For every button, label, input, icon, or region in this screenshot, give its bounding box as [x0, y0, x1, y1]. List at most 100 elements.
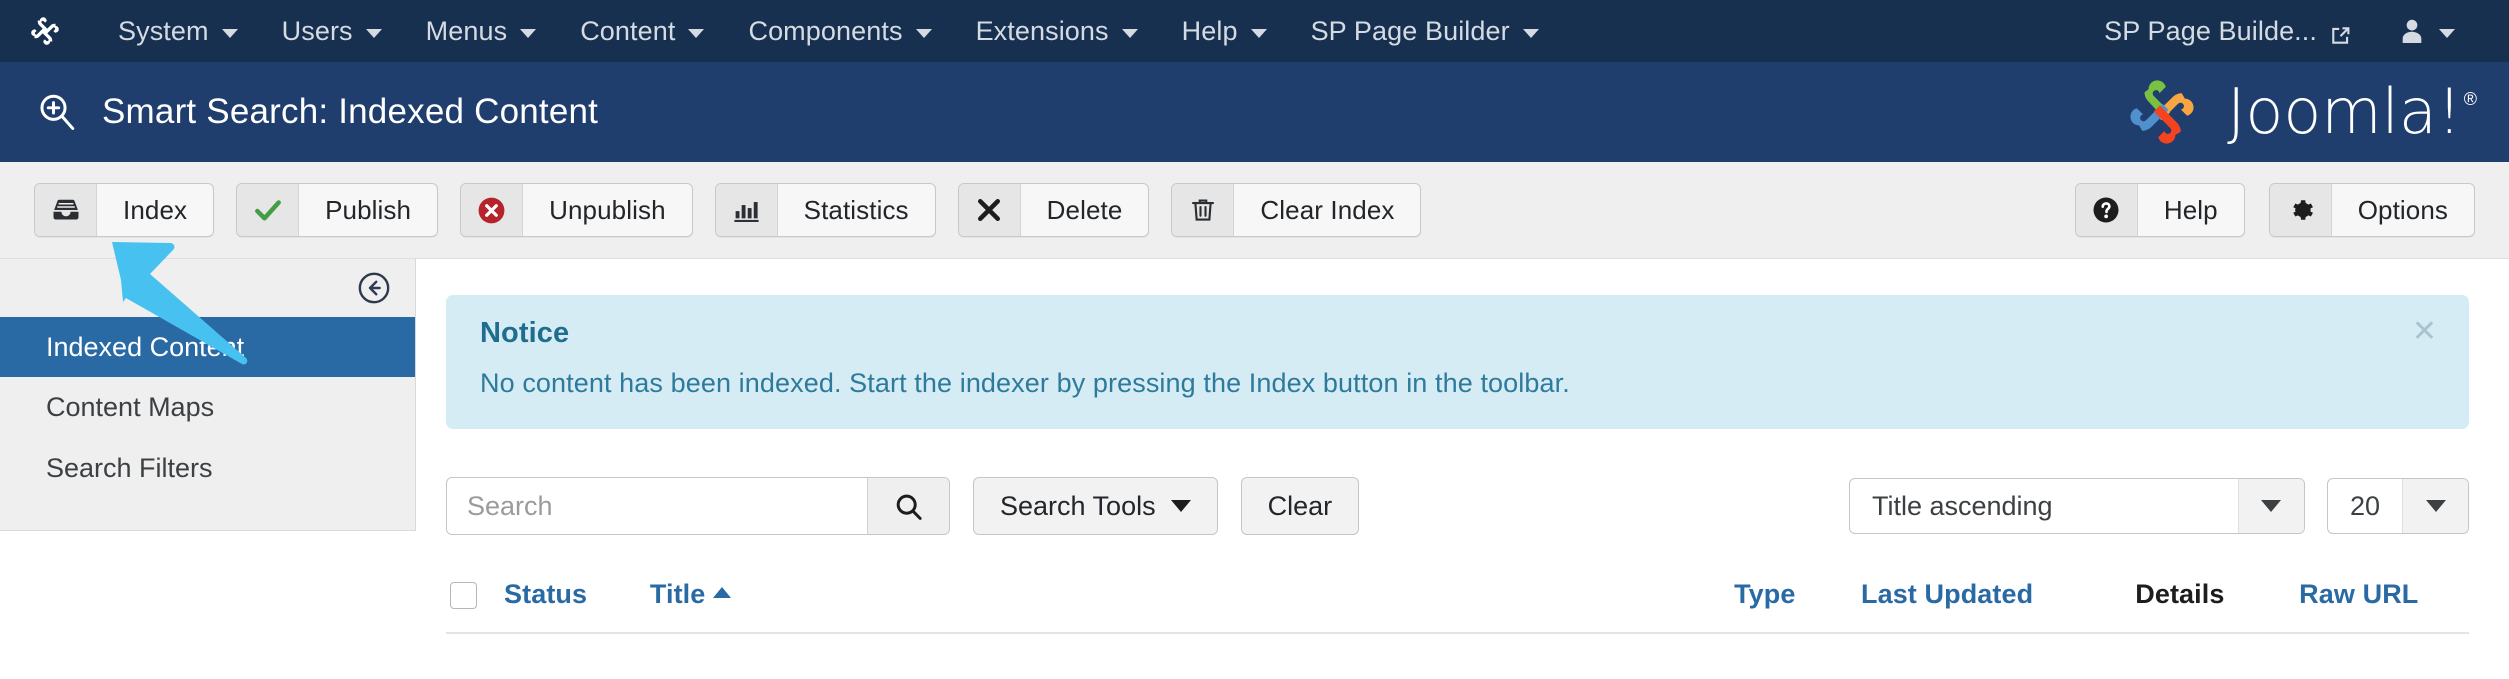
column-header-label: Type — [1734, 579, 1795, 609]
menu-item-help[interactable]: Help — [1160, 0, 1289, 62]
joomla-brand-mark-icon — [2119, 69, 2205, 155]
menu-item-users[interactable]: Users — [260, 0, 404, 62]
column-header-status[interactable]: Status — [500, 569, 616, 633]
statistics-button-label: Statistics — [778, 184, 935, 236]
menu-item-label: Users — [282, 16, 353, 47]
sort-select[interactable]: Title ascending — [1849, 478, 2305, 534]
column-header-last-updated[interactable]: Last Updated — [1827, 569, 2101, 633]
notice-heading: Notice — [480, 317, 2435, 350]
column-header-label: Details — [2135, 579, 2224, 609]
circle-arrow-left-icon[interactable] — [357, 271, 391, 305]
menu-item-label: Extensions — [976, 16, 1109, 47]
column-header-title[interactable]: Title — [616, 569, 770, 633]
help-button-label: Help — [2138, 184, 2244, 236]
sidebar: Indexed Content Content Maps Search Filt… — [0, 259, 416, 531]
unpublish-button[interactable]: Unpublish — [460, 183, 693, 237]
column-header-type[interactable]: Type — [1700, 569, 1827, 633]
clear-index-button[interactable]: Clear Index — [1171, 183, 1421, 237]
chevron-down-icon — [1122, 29, 1138, 38]
joomla-brand-logo: Joomla! ® — [2119, 69, 2475, 155]
clear-button[interactable]: Clear — [1241, 477, 1360, 535]
clear-index-button-label: Clear Index — [1234, 184, 1420, 236]
list-limit-select[interactable]: 20 — [2327, 478, 2469, 534]
menu-item-sp-page-builder[interactable]: SP Page Builder — [1289, 0, 1561, 62]
search-icon[interactable] — [867, 478, 949, 534]
external-link-icon — [2330, 22, 2351, 43]
page-body: Indexed Content Content Maps Search Filt… — [0, 259, 2509, 679]
options-button[interactable]: Options — [2269, 183, 2475, 237]
search-input[interactable] — [447, 478, 867, 534]
page-title: Smart Search: Indexed Content — [102, 92, 598, 132]
user-icon — [2401, 19, 2423, 43]
filter-right-group: Title ascending 20 — [1849, 478, 2469, 534]
page-header: Smart Search: Indexed Content Joomla! ® — [0, 62, 2509, 162]
trash-icon — [1172, 184, 1234, 236]
publish-button-label: Publish — [299, 184, 437, 236]
sidebar-item-label: Search Filters — [46, 453, 213, 483]
chevron-down-icon — [222, 29, 238, 38]
question-circle-icon — [2076, 184, 2138, 236]
sidebar-item-label: Content Maps — [46, 392, 214, 422]
statistics-button[interactable]: Statistics — [715, 183, 936, 237]
delete-button[interactable]: Delete — [958, 183, 1150, 237]
search-tools-button[interactable]: Search Tools — [973, 477, 1218, 535]
user-menu[interactable] — [2373, 0, 2475, 62]
circle-x-icon — [461, 184, 523, 236]
sidebar-item-search-filters[interactable]: Search Filters — [0, 438, 415, 498]
site-preview-label: SP Page Builde... — [2104, 16, 2317, 47]
menu-item-system[interactable]: System — [96, 0, 260, 62]
close-icon[interactable]: ✕ — [2412, 317, 2437, 347]
indexed-content-table: Status Title Type Last Updated Details — [446, 569, 2469, 634]
sidebar-item-label: Indexed Content — [46, 332, 244, 362]
chevron-down-icon — [916, 29, 932, 38]
filter-bar: Search Tools Clear Title ascending 20 — [446, 477, 2469, 535]
chevron-down-icon — [1523, 29, 1539, 38]
toolbar: Index Publish Unpublish — [0, 162, 2509, 259]
column-header-label: Last Updated — [1861, 579, 2033, 609]
menu-item-label: SP Page Builder — [1311, 16, 1510, 47]
menu-item-content[interactable]: Content — [558, 0, 726, 62]
chevron-down-icon — [2238, 479, 2304, 533]
help-button[interactable]: Help — [2075, 183, 2245, 237]
sidebar-item-indexed-content[interactable]: Indexed Content — [0, 317, 415, 377]
sort-select-value: Title ascending — [1850, 479, 2238, 533]
index-button-label: Index — [97, 184, 213, 236]
menubar-right-group: SP Page Builde... — [2082, 0, 2475, 62]
menu-item-label: Menus — [426, 16, 508, 47]
column-header-label: Title — [650, 579, 706, 609]
delete-button-label: Delete — [1021, 184, 1149, 236]
site-preview-link[interactable]: SP Page Builde... — [2082, 0, 2373, 62]
column-header-label: Status — [504, 579, 587, 609]
menu-item-label: System — [118, 16, 209, 47]
joomla-logo-icon[interactable] — [28, 14, 62, 48]
chevron-down-icon — [2439, 29, 2455, 38]
zoom-in-icon — [36, 91, 78, 133]
sidebar-item-content-maps[interactable]: Content Maps — [0, 377, 415, 437]
chevron-down-icon — [520, 29, 536, 38]
check-icon — [237, 184, 299, 236]
chevron-down-icon — [1251, 29, 1267, 38]
clear-button-label: Clear — [1268, 491, 1333, 522]
table-header: Status Title Type Last Updated Details — [446, 569, 2469, 633]
menu-item-label: Help — [1182, 16, 1238, 47]
joomla-brand-name: Joomla! — [2227, 83, 2462, 142]
menu-item-components[interactable]: Components — [726, 0, 953, 62]
notice-alert: Notice No content has been indexed. Star… — [446, 295, 2469, 429]
main-content: Notice No content has been indexed. Star… — [416, 259, 2509, 634]
menu-item-extensions[interactable]: Extensions — [954, 0, 1160, 62]
list-limit-value: 20 — [2328, 479, 2402, 533]
select-all-checkbox[interactable] — [450, 582, 477, 609]
column-header-raw-url[interactable]: Raw URL — [2265, 569, 2469, 633]
chevron-down-icon — [2402, 479, 2468, 533]
menu-item-label: Components — [748, 16, 902, 47]
publish-button[interactable]: Publish — [236, 183, 438, 237]
gear-icon — [2270, 184, 2332, 236]
admin-menubar: System Users Menus Content Components Ex… — [0, 0, 2509, 62]
column-header-label: Raw URL — [2299, 579, 2418, 609]
menu-item-menus[interactable]: Menus — [404, 0, 559, 62]
column-header-details: Details — [2101, 569, 2265, 633]
unpublish-button-label: Unpublish — [523, 184, 692, 236]
table-header-row: Status Title Type Last Updated Details — [446, 569, 2469, 633]
index-button[interactable]: Index — [34, 183, 214, 237]
column-header-spacer — [770, 569, 1701, 633]
